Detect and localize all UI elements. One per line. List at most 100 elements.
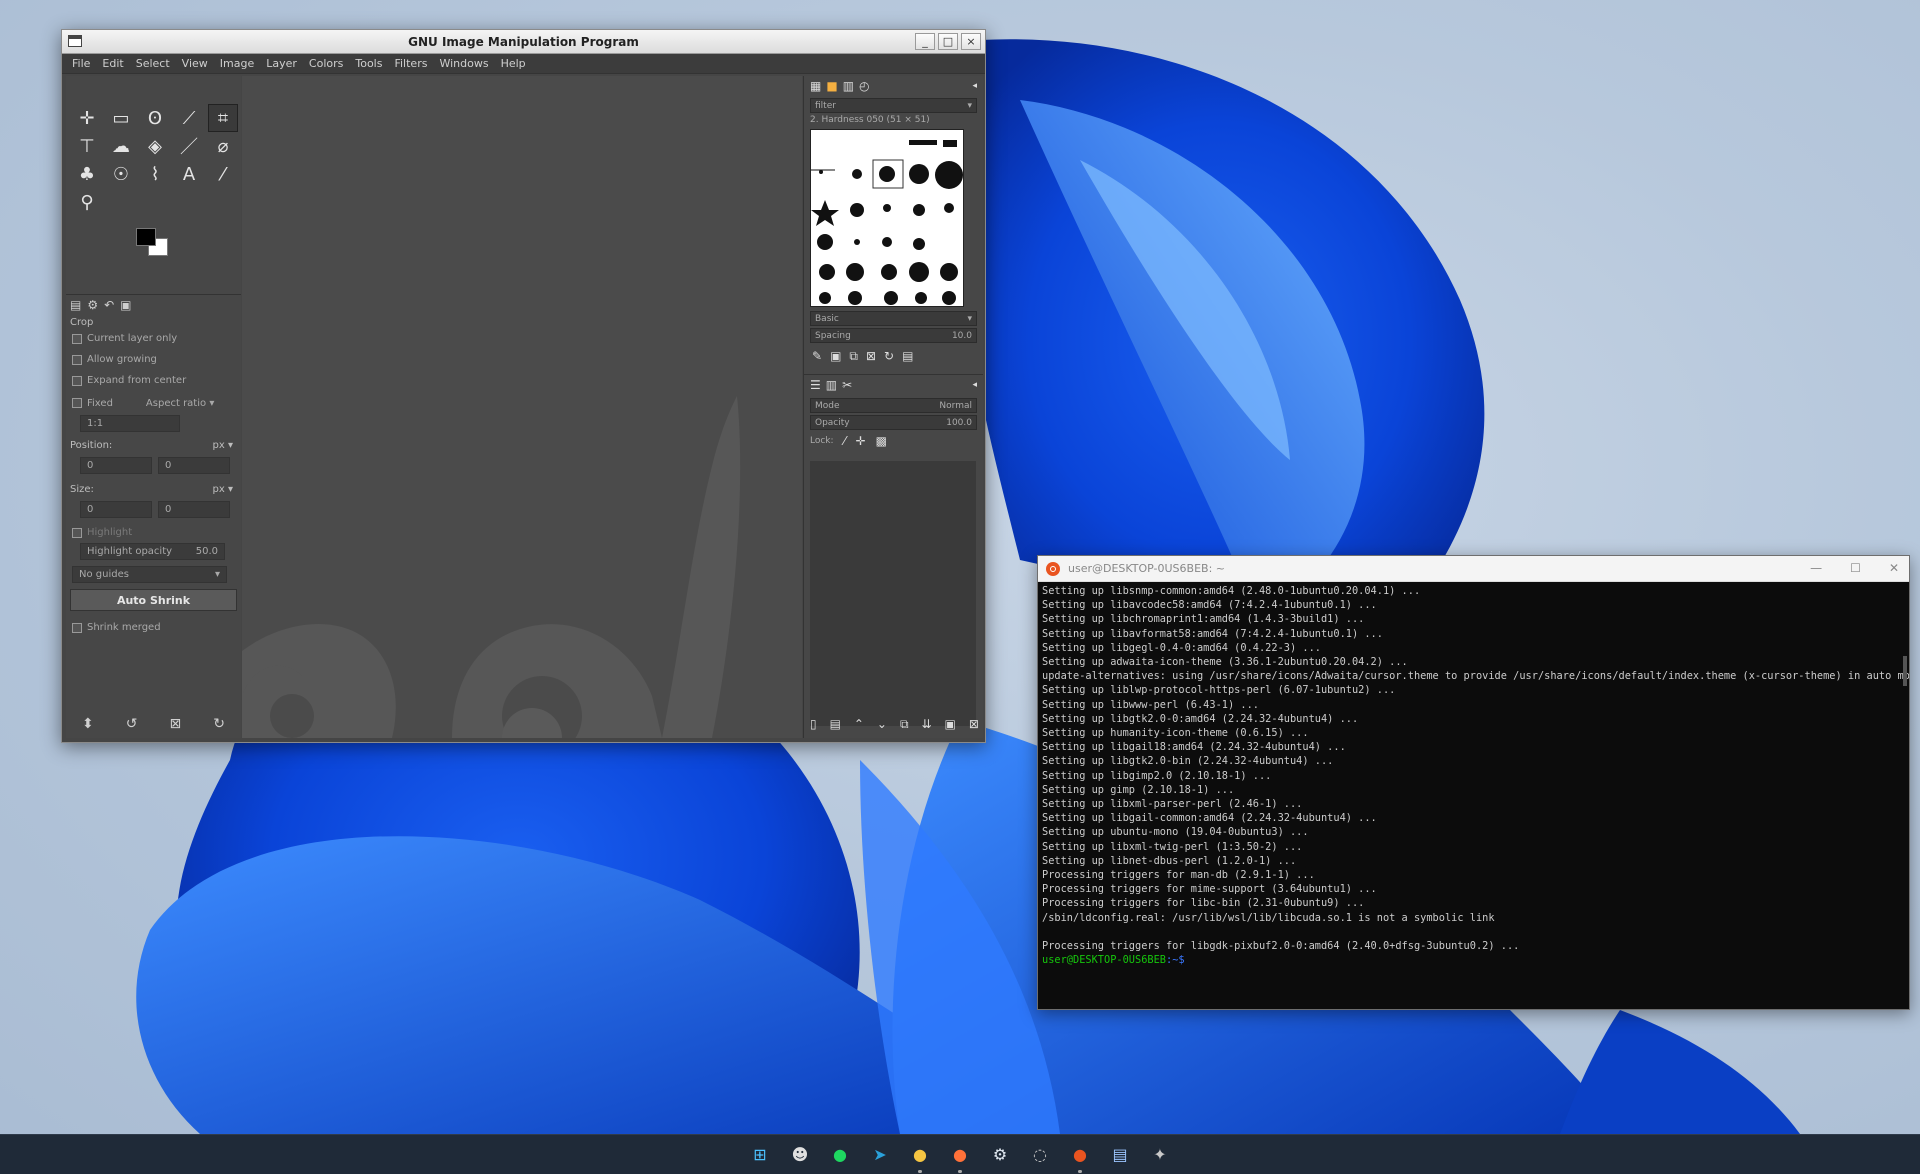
move-tool-icon[interactable]: ✛ <box>72 104 102 132</box>
lock-position-icon[interactable]: ✛ <box>856 434 866 448</box>
document-icon[interactable]: ▤ <box>1107 1142 1133 1168</box>
delete-options-icon[interactable]: ⊠ <box>170 716 182 732</box>
undo-history-tab-icon[interactable]: ↶ <box>104 298 114 312</box>
layer-mode-dropdown[interactable]: Mode Normal <box>810 398 977 413</box>
eraser-tool-icon[interactable]: ⌀ <box>208 132 238 160</box>
alien-app-icon[interactable]: ☻ <box>787 1142 813 1168</box>
terminal-close-button[interactable]: ✕ <box>1889 561 1899 575</box>
position-x-field[interactable]: 0 <box>80 457 152 474</box>
bucket-fill-tool-icon[interactable]: ◈ <box>140 132 170 160</box>
clone-tool-icon[interactable]: ♣ <box>72 160 102 188</box>
terminal-scrollbar[interactable] <box>1903 656 1907 686</box>
fuzzy-select-tool-icon[interactable]: ⟋ <box>174 104 204 132</box>
spotify-icon[interactable]: ● <box>827 1142 853 1168</box>
document-history-tab-icon[interactable]: ◴ <box>859 79 869 93</box>
brushes-tab-icon[interactable]: ▦ <box>810 79 821 93</box>
highlight-checkbox[interactable]: Highlight <box>66 522 241 543</box>
brush-grid[interactable] <box>810 129 964 307</box>
warp-tool-icon[interactable]: ☁ <box>106 132 136 160</box>
gimp-close-button[interactable]: × <box>961 33 981 50</box>
delete-brush-icon[interactable]: ⊠ <box>866 349 876 364</box>
refresh-brushes-icon[interactable]: ↻ <box>884 349 894 364</box>
foreground-color-swatch[interactable] <box>136 228 156 246</box>
menu-edit[interactable]: Edit <box>102 57 123 70</box>
zoom-tool-icon[interactable]: ⚲ <box>72 188 102 216</box>
tool-options-tab-icon[interactable]: ▤ <box>70 298 81 312</box>
fonts-tab-icon[interactable]: ▥ <box>843 79 854 93</box>
merge-layer-icon[interactable]: ⇊ <box>922 717 932 732</box>
paths-tab-icon[interactable]: ✂ <box>842 378 852 392</box>
menu-view[interactable]: View <box>182 57 208 70</box>
channels-tab-icon[interactable]: ▥ <box>826 378 837 392</box>
new-layer-icon[interactable]: ▯ <box>810 717 817 732</box>
menu-tools[interactable]: Tools <box>355 57 382 70</box>
device-status-tab-icon[interactable]: ⚙ <box>87 298 98 312</box>
steam-icon[interactable]: ⚙ <box>987 1142 1013 1168</box>
terminal-output[interactable]: Setting up libsnmp-common:amd64 (2.48.0-… <box>1038 582 1909 1009</box>
smudge-tool-icon[interactable]: ☉ <box>106 160 136 188</box>
shrink-merged-checkbox[interactable]: Shrink merged <box>66 617 241 638</box>
lock-pixels-icon[interactable]: ⁄ <box>844 434 846 448</box>
auto-shrink-button[interactable]: Auto Shrink <box>70 589 237 611</box>
terminal-minimize-button[interactable]: — <box>1810 561 1822 575</box>
aspect-ratio-dropdown[interactable]: Aspect ratio ▾ <box>146 398 214 409</box>
patterns-tab-icon[interactable]: ■ <box>826 79 837 93</box>
lock-alpha-icon[interactable]: ▩ <box>876 434 887 448</box>
color-picker-tool-icon[interactable]: ⁄ <box>208 160 238 188</box>
open-brush-icon[interactable]: ▤ <box>902 349 913 364</box>
terminal-maximize-button[interactable]: ☐ <box>1850 561 1861 575</box>
raise-layer-icon[interactable]: ⌃ <box>854 717 864 732</box>
window-app-icon[interactable] <box>68 35 82 47</box>
size-h-field[interactable]: 0 <box>158 501 230 518</box>
save-options-icon[interactable]: ⬍ <box>82 716 94 732</box>
gimp-icon[interactable]: ✦ <box>1147 1142 1173 1168</box>
paintbrush-tool-icon[interactable]: ／ <box>174 132 204 160</box>
menu-colors[interactable]: Colors <box>309 57 343 70</box>
menu-file[interactable]: File <box>72 57 90 70</box>
size-unit-dropdown[interactable]: px ▾ <box>213 484 233 495</box>
gimp-titlebar[interactable]: GNU Image Manipulation Program _ □ × <box>62 30 985 54</box>
delete-layer-icon[interactable]: ⊠ <box>969 717 979 732</box>
new-layer-group-icon[interactable]: ▤ <box>830 717 841 732</box>
dock-menu-icon[interactable]: ◂ <box>972 81 983 91</box>
menu-image[interactable]: Image <box>220 57 254 70</box>
brush-preset-dropdown[interactable]: Basic ▾ <box>810 311 977 326</box>
size-w-field[interactable]: 0 <box>80 501 152 518</box>
terminal-titlebar[interactable]: user@DESKTOP-0US6BEB: ~ — ☐ ✕ <box>1038 556 1909 582</box>
images-tab-icon[interactable]: ▣ <box>120 298 131 312</box>
circle-app-icon[interactable]: ◌ <box>1027 1142 1053 1168</box>
ubuntu-icon[interactable]: ● <box>1067 1142 1093 1173</box>
terminal-prompt[interactable]: user@DESKTOP-0US6BEB:~$ <box>1042 953 1905 967</box>
highlight-opacity-slider[interactable]: Highlight opacity 50.0 <box>80 543 225 560</box>
menu-filters[interactable]: Filters <box>394 57 427 70</box>
menu-windows[interactable]: Windows <box>439 57 488 70</box>
position-y-field[interactable]: 0 <box>158 457 230 474</box>
duplicate-brush-icon[interactable]: ⧉ <box>849 349 858 364</box>
new-brush-icon[interactable]: ▣ <box>830 349 841 364</box>
position-unit-dropdown[interactable]: px ▾ <box>213 440 233 451</box>
crop-tool-icon[interactable]: ⌗ <box>208 104 238 132</box>
fixed-checkbox[interactable]: Fixed Aspect ratio ▾ <box>66 391 241 415</box>
free-select-tool-icon[interactable]: ʘ <box>140 104 170 132</box>
lightbulb-icon[interactable]: ● <box>907 1142 933 1173</box>
brush-filter-field[interactable]: filter ▾ <box>810 98 977 113</box>
spacing-slider[interactable]: Spacing 10.0 <box>810 328 977 343</box>
layers-tab-icon[interactable]: ☰ <box>810 378 821 392</box>
opacity-slider[interactable]: Opacity 100.0 <box>810 415 977 430</box>
text-tool-icon[interactable]: A <box>174 160 204 188</box>
edit-brush-icon[interactable]: ✎ <box>812 349 822 364</box>
firefox-icon[interactable]: ● <box>947 1142 973 1173</box>
lower-layer-icon[interactable]: ⌄ <box>877 717 887 732</box>
rect-select-tool-icon[interactable]: ▭ <box>106 104 136 132</box>
ratio-field[interactable]: 1:1 <box>80 415 180 432</box>
transform-tool-icon[interactable]: ⊤ <box>72 132 102 160</box>
restore-options-icon[interactable]: ↺ <box>126 716 138 732</box>
menu-select[interactable]: Select <box>136 57 170 70</box>
menu-help[interactable]: Help <box>501 57 526 70</box>
allow-growing-checkbox[interactable]: Allow growing <box>66 349 241 370</box>
paths-tool-icon[interactable]: ⌇ <box>140 160 170 188</box>
expand-from-center-checkbox[interactable]: Expand from center <box>66 370 241 391</box>
start-icon[interactable]: ⊞ <box>747 1142 773 1168</box>
current-layer-only-checkbox[interactable]: Current layer only <box>66 328 241 349</box>
layers-list[interactable] <box>810 461 976 726</box>
